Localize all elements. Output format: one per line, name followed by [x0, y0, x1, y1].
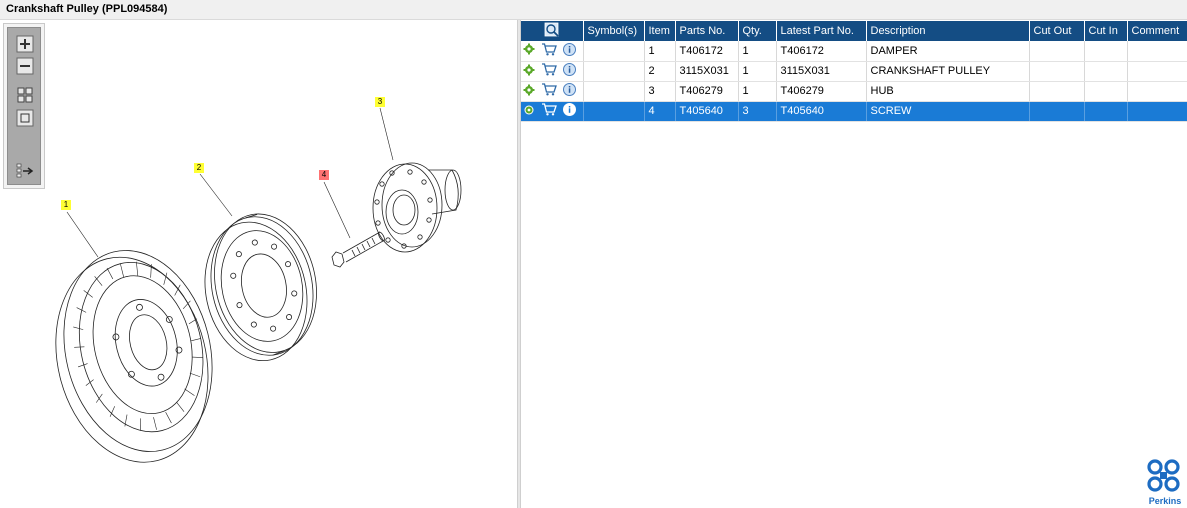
cell-cut-out: [1029, 81, 1085, 102]
cell-symbols: [583, 61, 645, 82]
col-cut-in[interactable]: Cut In: [1084, 21, 1128, 41]
cell-qty: 1: [738, 81, 777, 102]
cell-description: CRANKSHAFT PULLEY: [866, 61, 1030, 82]
perkins-logo-mark: [1147, 459, 1180, 492]
parts-list-pane: Symbol(s) Item Parts No. Qty. Latest Par…: [521, 20, 1187, 508]
cell-cut-out: [1029, 101, 1085, 122]
table-row[interactable]: 2 3115X031 1 3115X031 CRANKSHAFT PULLEY: [521, 61, 1187, 82]
diagram-pane[interactable]: 1 2 3 4: [0, 20, 517, 508]
info-icon[interactable]: [563, 63, 577, 79]
info-icon[interactable]: [563, 42, 577, 59]
cell-parts-no: T406172: [675, 41, 739, 62]
cell-cut-out: [1029, 41, 1085, 62]
screw-part: [331, 231, 385, 268]
row-actions: [521, 41, 584, 62]
cell-qty: 3: [738, 101, 777, 122]
cell-parts-no: 3115X031: [675, 61, 739, 82]
perkins-logo: Perkins: [1145, 458, 1183, 506]
exploded-diagram: [55, 107, 462, 463]
parts-table: Symbol(s) Item Parts No. Qty. Latest Par…: [521, 21, 1187, 122]
zoom-in-icon[interactable]: [16, 35, 34, 53]
cell-cut-in: [1084, 81, 1128, 102]
info-icon[interactable]: [563, 103, 577, 119]
pulley-part: [204, 213, 317, 362]
cell-comment: [1127, 81, 1187, 102]
cell-comment: [1127, 61, 1187, 82]
cell-cut-in: [1084, 101, 1128, 122]
table-row[interactable]: 1 T406172 1 T406172 DAMPER: [521, 41, 1187, 62]
cell-item: 1: [644, 41, 676, 62]
cell-latest-part-no: 3115X031: [776, 61, 867, 82]
cell-symbols: [583, 101, 645, 122]
toolbar-panel: [7, 27, 41, 185]
table-row-selected[interactable]: 4 T405640 3 T405640 SCREW: [521, 101, 1187, 122]
cell-cut-in: [1084, 41, 1128, 62]
cell-item: 4: [644, 101, 676, 122]
table-row[interactable]: 3 T406279 1 T406279 HUB: [521, 81, 1187, 102]
cell-symbols: [583, 81, 645, 102]
title-bar: Crankshaft Pulley (PPL094584): [0, 0, 1187, 20]
table-header-row: Symbol(s) Item Parts No. Qty. Latest Par…: [521, 21, 1187, 41]
cart-icon[interactable]: [541, 83, 557, 99]
row-actions: [521, 81, 584, 102]
row-actions: [521, 101, 584, 122]
cell-parts-no: T406279: [675, 81, 739, 102]
col-symbols[interactable]: Symbol(s): [583, 21, 645, 41]
cell-parts-no: T405640: [675, 101, 739, 122]
export-list-icon[interactable]: [16, 162, 34, 180]
cell-item: 2: [644, 61, 676, 82]
cell-description: SCREW: [866, 101, 1030, 122]
window-title: Crankshaft Pulley (PPL094584): [6, 3, 168, 15]
cell-comment: [1127, 41, 1187, 62]
hub-part: [372, 162, 462, 253]
cell-qty: 1: [738, 61, 777, 82]
col-comment[interactable]: Comment: [1127, 21, 1187, 41]
col-qty[interactable]: Qty.: [738, 21, 777, 41]
col-latest-part-no[interactable]: Latest Part No.: [776, 21, 867, 41]
cell-cut-in: [1084, 61, 1128, 82]
gear-icon[interactable]: [523, 43, 535, 58]
logo-text: Perkins: [1148, 496, 1182, 506]
cart-icon[interactable]: [541, 103, 557, 119]
cell-comment: [1127, 101, 1187, 122]
fit-all-icon[interactable]: [16, 86, 34, 104]
gear-icon[interactable]: [523, 64, 535, 79]
cell-latest-part-no: T405640: [776, 101, 867, 122]
cell-item: 3: [644, 81, 676, 102]
gear-icon[interactable]: [523, 84, 535, 99]
cell-symbols: [583, 41, 645, 62]
cell-latest-part-no: T406279: [776, 81, 867, 102]
info-icon[interactable]: [563, 83, 577, 99]
col-cut-out[interactable]: Cut Out: [1029, 21, 1085, 41]
cell-cut-out: [1029, 61, 1085, 82]
cell-description: HUB: [866, 81, 1030, 102]
callout-1[interactable]: 1: [61, 200, 71, 210]
cart-icon[interactable]: [541, 43, 557, 59]
cell-description: DAMPER: [866, 41, 1030, 62]
col-parts-no[interactable]: Parts No.: [675, 21, 739, 41]
gear-icon[interactable]: [523, 104, 535, 119]
zoom-out-icon[interactable]: [16, 57, 34, 75]
callout-2[interactable]: 2: [194, 163, 204, 173]
actual-size-icon[interactable]: [16, 109, 34, 127]
col-item[interactable]: Item: [644, 21, 676, 41]
view-details-icon[interactable]: [521, 21, 584, 41]
cell-qty: 1: [738, 41, 777, 62]
col-description[interactable]: Description: [866, 21, 1030, 41]
cart-icon[interactable]: [541, 63, 557, 79]
callout-4-selected[interactable]: 4: [319, 170, 329, 180]
cell-latest-part-no: T406172: [776, 41, 867, 62]
callout-3[interactable]: 3: [375, 97, 385, 107]
diagram-toolbar: [3, 23, 45, 189]
damper-part: [55, 250, 213, 463]
row-actions: [521, 61, 584, 82]
